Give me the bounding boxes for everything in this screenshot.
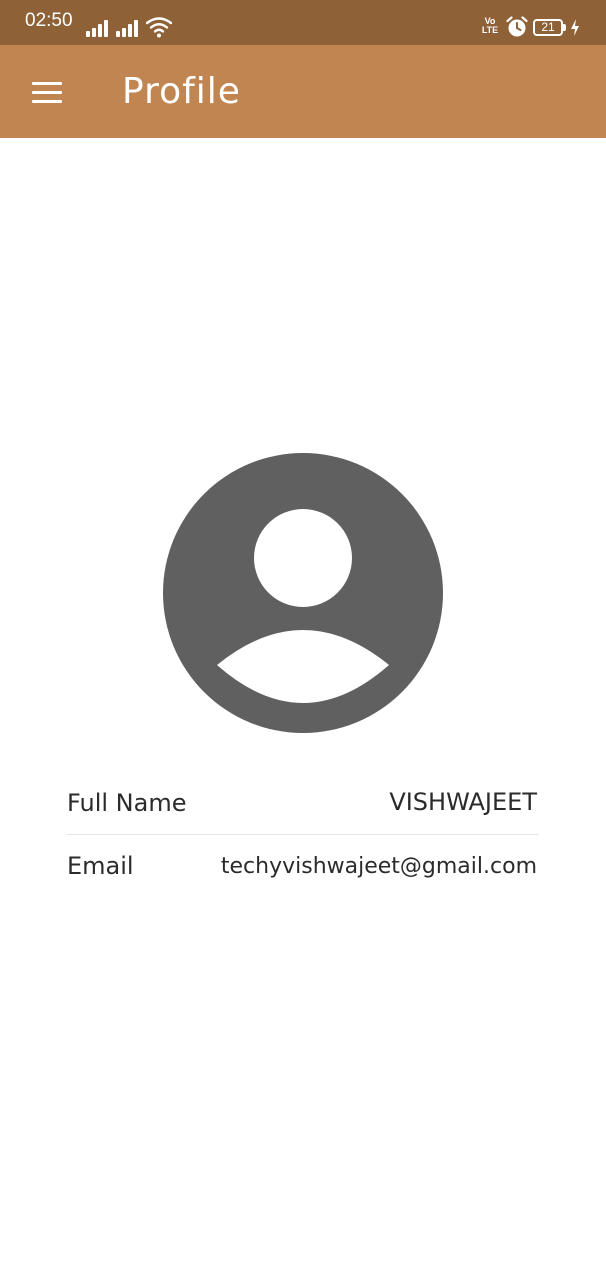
- signal-icon: [116, 17, 142, 37]
- full-name-value: VISHWAJEET: [389, 788, 537, 816]
- battery-icon: 21: [533, 19, 563, 36]
- account-circle-icon: [163, 453, 443, 733]
- email-label: Email: [67, 852, 134, 880]
- email-row: Email techyvishwajeet@gmail.com: [67, 835, 539, 897]
- full-name-label: Full Name: [67, 789, 187, 817]
- profile-info: Full Name VISHWAJEET Email techyvishwaje…: [67, 772, 539, 897]
- page-title: Profile: [122, 71, 241, 112]
- volte-icon: Vo LTE: [478, 17, 502, 35]
- signal-icon: [86, 17, 112, 37]
- battery-tip: [563, 24, 566, 31]
- hamburger-menu-icon[interactable]: [18, 65, 76, 119]
- status-time: 02:50: [25, 10, 73, 31]
- app-bar: Profile: [0, 45, 606, 138]
- alarm-icon: [506, 16, 528, 37]
- full-name-row: Full Name VISHWAJEET: [67, 772, 539, 835]
- lte-label: LTE: [481, 25, 499, 35]
- status-bar: 02:50 Vo LTE 21: [0, 0, 606, 45]
- charging-icon: [571, 19, 579, 36]
- email-value: techyvishwajeet@gmail.com: [220, 854, 537, 879]
- wifi-icon: [146, 17, 172, 38]
